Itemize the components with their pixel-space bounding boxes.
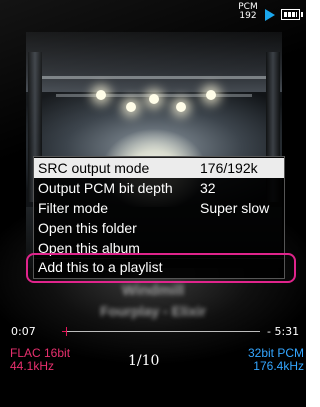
source-format-line2: 44.1kHz <box>10 359 55 373</box>
menu-item-src-output-mode[interactable]: SRC output mode 176/192k <box>34 158 284 178</box>
remaining-time: - 5:31 <box>267 325 300 338</box>
seek-bar-thumb[interactable] <box>65 327 67 336</box>
battery-icon <box>281 9 303 20</box>
menu-item-label: Filter mode <box>38 200 109 216</box>
output-format-badge-line2: 192 <box>239 11 257 21</box>
album-art-light <box>149 94 159 104</box>
track-artist: Fourplay - Elixir <box>100 303 206 319</box>
album-art-light <box>126 102 136 112</box>
menu-item-value: Super slow <box>200 200 270 216</box>
album-art-truss <box>36 76 272 79</box>
menu-item-value: 32 <box>200 180 216 196</box>
context-menu: SRC output mode 176/192k Output PCM bit … <box>33 156 285 259</box>
menu-item-value: 176/192k <box>200 160 258 176</box>
menu-item-label: Output PCM bit depth <box>38 180 173 196</box>
output-format-badge: PCM 192 <box>236 3 260 21</box>
seek-bar[interactable] <box>62 327 260 336</box>
album-art-light <box>206 90 216 100</box>
album-art-light <box>176 102 186 112</box>
output-format: 32bit PCM 176.4kHz <box>248 347 304 373</box>
album-art-ceiling <box>26 32 282 92</box>
output-format-line2: 176.4kHz <box>253 359 304 373</box>
battery-level <box>284 12 297 17</box>
menu-item-label: Open this folder <box>38 220 137 236</box>
play-icon <box>265 9 275 21</box>
menu-item-filter-mode[interactable]: Filter mode Super slow <box>34 198 284 218</box>
menu-item-open-this-folder[interactable]: Open this folder <box>34 218 284 238</box>
player-screen: PCM 192 SRC output mode 176/192k Output … <box>0 0 306 407</box>
status-bar: PCM 192 <box>0 0 306 30</box>
elapsed-time: 0:07 <box>11 325 36 338</box>
highlight-annotation <box>26 253 296 283</box>
album-art-light <box>96 90 106 100</box>
menu-item-output-pcm-bit-depth[interactable]: Output PCM bit depth 32 <box>34 178 284 198</box>
track-counter: 1/10 <box>128 353 160 369</box>
track-title: Windmill <box>121 282 185 299</box>
menu-item-label: SRC output mode <box>38 160 150 176</box>
source-format: FLAC 16bit 44.1kHz <box>10 347 70 373</box>
